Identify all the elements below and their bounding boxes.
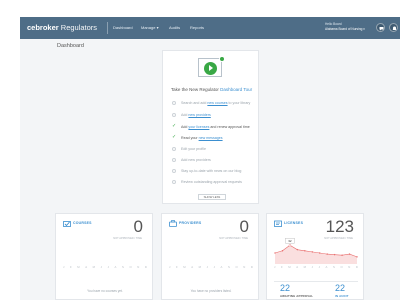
licenses-icon — [274, 220, 282, 227]
nav-reports[interactable]: Reports — [190, 25, 204, 30]
awaiting-approval-count[interactable]: 22 — [280, 283, 290, 293]
brand-logo[interactable]: cebroker Regulators — [27, 23, 97, 32]
month-axis: JFMAMJJASOND — [169, 265, 253, 269]
checkmark-icon: ✓ — [172, 123, 177, 129]
task-item[interactable]: Add new providers — [172, 112, 258, 119]
providers-count: 0 — [239, 217, 249, 236]
unchecked-icon — [172, 179, 176, 184]
providers-label: PROVIDERS — [179, 221, 202, 225]
courses-subtitle: NOT APPROVED / TIME — [113, 237, 142, 240]
licenses-label: LICENSES — [284, 221, 304, 225]
nav-audits[interactable]: Audits — [169, 25, 180, 30]
licenses-trend-chart: 32 — [274, 238, 358, 264]
chart-point[interactable] — [356, 256, 358, 258]
unchecked-icon — [172, 100, 176, 105]
chart-tooltip: 32 — [285, 238, 295, 244]
chart-point[interactable] — [281, 250, 284, 252]
task-item[interactable]: Stay up-to-date with news on our blog — [172, 168, 258, 175]
video-tour-thumbnail[interactable] — [198, 56, 225, 77]
licenses-count: 123 — [325, 217, 354, 236]
chart-point[interactable] — [311, 251, 313, 253]
brand-sub: Regulators — [60, 23, 98, 32]
task-item[interactable]: Edit your profile — [172, 146, 258, 153]
task-link[interactable]: new providers — [188, 113, 210, 117]
chart-point[interactable] — [348, 253, 351, 255]
month-axis: JFMAMJJASOND — [63, 265, 147, 269]
notifications-button[interactable] — [389, 23, 398, 32]
tooltip-value: 32 — [288, 239, 292, 243]
account-name: Alabama Board of Nursing ▾ — [325, 27, 365, 31]
in-audit-count[interactable]: 22 — [335, 283, 345, 293]
courses-card[interactable]: COURSES 0 NOT APPROVED / TIME JFMAMJJASO… — [55, 213, 153, 300]
task-item[interactable]: Add new providers — [172, 157, 258, 164]
courses-icon — [63, 221, 71, 227]
dashboard-tour-card: Take the New Regulator Dashboard Tour Se… — [162, 50, 259, 204]
providers-icon — [169, 220, 177, 227]
providers-subtitle: NOT APPROVED / TIME — [219, 237, 248, 240]
chat-icon — [379, 27, 384, 31]
chart-point[interactable] — [274, 252, 276, 254]
show-less-button[interactable]: SHOW LESS — [198, 194, 226, 200]
chart-point[interactable] — [333, 253, 336, 256]
tour-title: Take the New Regulator Dashboard Tour — [163, 87, 260, 92]
brand-main: cebroker — [27, 23, 59, 32]
providers-card[interactable]: PROVIDERS 0 NOT APPROVED / TIME JFMAMJJA… — [161, 213, 259, 300]
unchecked-icon — [172, 168, 176, 173]
tour-title-link[interactable]: Dashboard Tour — [220, 87, 252, 92]
checkmark-icon: ✓ — [172, 134, 177, 140]
providers-empty-message: You have no providers listed. — [190, 289, 232, 293]
awaiting-approval-label: AWAITING APPROVAL — [280, 294, 314, 298]
chart-point[interactable] — [341, 254, 343, 256]
unchecked-icon — [172, 157, 176, 162]
month-axis: JFMAMJJASOND — [274, 265, 358, 269]
courses-count: 0 — [133, 217, 143, 236]
tour-title-prefix: Take the New Regulator — [170, 87, 219, 92]
courses-label: COURSES — [73, 221, 92, 225]
task-item[interactable]: Search and add new courses to your libra… — [172, 100, 258, 107]
unchecked-icon — [172, 112, 176, 117]
courses-empty-message: You have no courses yet. — [87, 289, 123, 293]
chart-point[interactable] — [296, 248, 299, 251]
task-item[interactable]: ✓ Read your new messages — [172, 134, 258, 142]
chat-button[interactable] — [376, 23, 385, 32]
nav-manage-label: Manage — [141, 25, 156, 30]
unchecked-icon — [172, 146, 176, 151]
top-navigation-bar: cebroker Regulators Dashboard Manage ▾ A… — [20, 17, 400, 39]
account-switcher[interactable]: Hello Board Alabama Board of Nursing ▾ — [325, 22, 365, 32]
task-link[interactable]: your licenses — [188, 125, 209, 129]
chart-point[interactable] — [319, 252, 321, 254]
nav-manage[interactable]: Manage ▾ — [141, 25, 159, 30]
chevron-down-icon: ▾ — [156, 25, 159, 30]
chart-point[interactable] — [304, 250, 306, 252]
nav-dashboard[interactable]: Dashboard — [113, 25, 133, 30]
nav-divider — [107, 22, 108, 34]
play-icon — [204, 61, 217, 75]
in-audit-label: IN AUDIT — [335, 294, 349, 298]
chart-point[interactable] — [288, 244, 292, 247]
check-badge-icon — [219, 56, 225, 62]
task-item[interactable]: ✓ Add your licenses and renew approval t… — [172, 123, 258, 131]
task-link[interactable]: new courses — [207, 101, 227, 105]
task-link[interactable]: new messages — [199, 136, 223, 140]
card-divider — [274, 281, 358, 282]
page-title: Dashboard — [57, 43, 84, 49]
chart-point[interactable] — [326, 253, 328, 255]
task-item[interactable]: Review outstanding approval requests — [172, 179, 258, 186]
licenses-card[interactable]: LICENSES 123 NOT APPROVED / TIME 32 JFMA… — [266, 213, 364, 300]
bell-icon — [392, 26, 397, 30]
